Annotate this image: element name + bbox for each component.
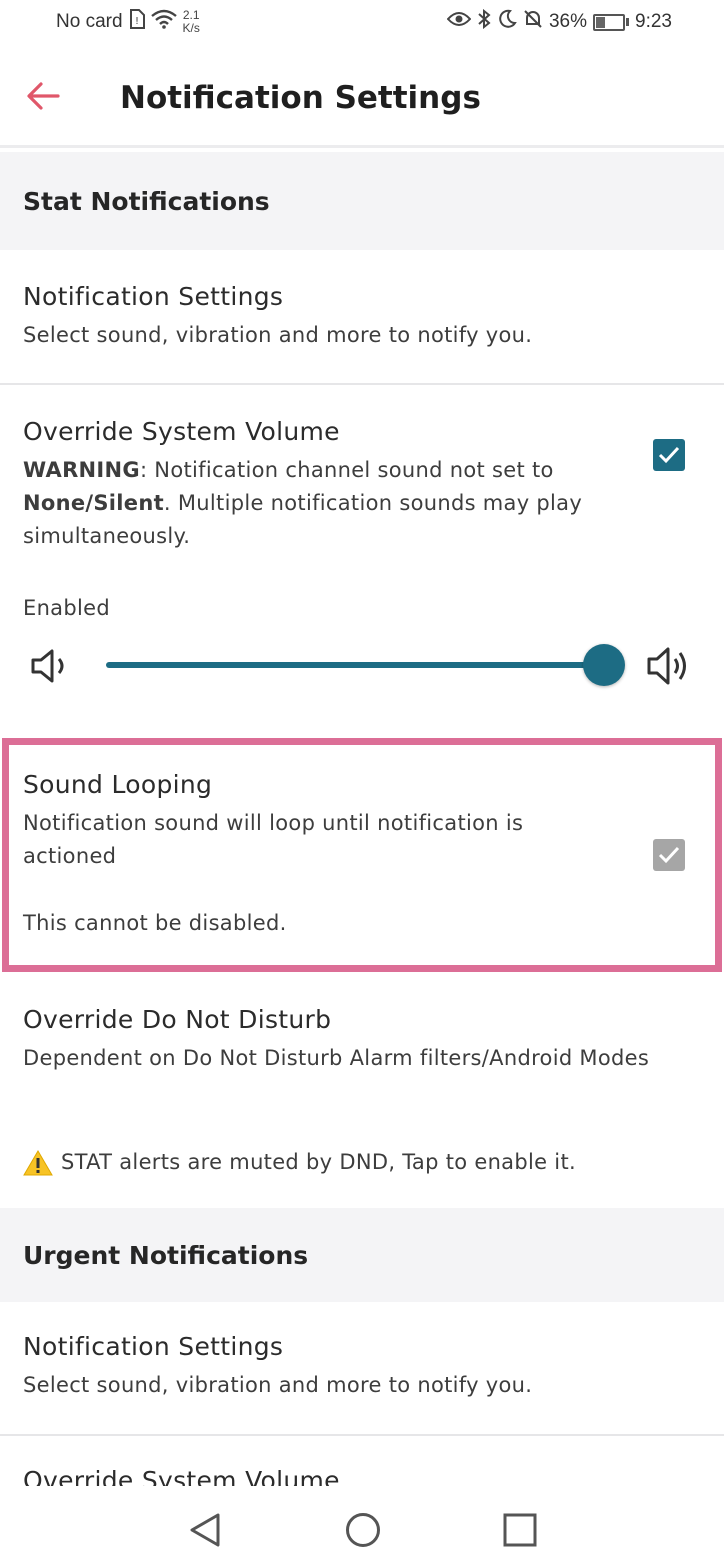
checkmark-icon [658, 446, 680, 464]
urgent-notification-settings-item[interactable]: Notification Settings Select sound, vibr… [0, 1332, 724, 1402]
moon-icon [497, 9, 517, 35]
status-bar: No card ! 2.1 K/s 36% 9:23 [0, 0, 724, 44]
battery-icon [593, 13, 630, 31]
dnd-alert-row[interactable]: STAT alerts are muted by DND, Tap to ena… [0, 1146, 724, 1179]
item-title: Notification Settings [23, 1332, 284, 1361]
nav-recents-icon[interactable] [503, 1513, 537, 1547]
network-speed: 2.1 K/s [183, 9, 200, 35]
volume-high-icon [647, 647, 686, 685]
wifi-icon [150, 9, 177, 35]
item-title: Sound Looping [23, 770, 213, 799]
checkmark-icon [658, 846, 680, 864]
sound-looping-checkbox [653, 839, 685, 871]
nav-home-icon[interactable] [345, 1512, 381, 1548]
warning-text-1: : Notification channel sound not set to [139, 458, 554, 482]
svg-text:!: ! [135, 16, 139, 27]
looping-note: This cannot be disabled. [23, 911, 287, 935]
battery-body [593, 13, 626, 31]
override-dnd-item[interactable]: Override Do Not Disturb Dependent on Do … [0, 1005, 724, 1075]
page-title: Notification Settings [120, 80, 481, 116]
sim-icon: ! [129, 9, 145, 35]
back-arrow-icon[interactable] [26, 82, 60, 110]
divider [0, 383, 724, 385]
sound-looping-item: Sound Looping Notification sound will lo… [0, 770, 640, 940]
volume-low-icon [31, 649, 64, 683]
carrier-text: No card [56, 11, 123, 32]
item-description: Notification sound will loop until notif… [23, 811, 524, 868]
item-title: Override Do Not Disturb [23, 1005, 332, 1034]
clock: 9:23 [635, 11, 672, 32]
volume-slider-track[interactable] [106, 662, 604, 668]
battery-tip [626, 18, 630, 26]
battery-fill [596, 16, 606, 28]
system-nav-bar [0, 1486, 724, 1566]
volume-slider-thumb[interactable] [583, 644, 625, 686]
item-description: Select sound, vibration and more to noti… [23, 1373, 533, 1397]
section-header-stat: Stat Notifications [0, 152, 724, 250]
stat-notification-settings-item[interactable]: Notification Settings Select sound, vibr… [0, 282, 724, 352]
speed-value: 2.1 [182, 8, 200, 22]
divider [0, 1434, 724, 1436]
item-description: Select sound, vibration and more to noti… [23, 323, 533, 347]
stat-override-volume-item[interactable]: Override System Volume WARNING: Notifica… [0, 417, 640, 553]
nav-back-icon[interactable] [188, 1512, 222, 1548]
eye-icon [446, 10, 472, 34]
bell-off-icon [523, 9, 543, 35]
dnd-alert-text: STAT alerts are muted by DND, Tap to ena… [61, 1150, 576, 1174]
item-title: Notification Settings [23, 282, 284, 311]
speed-unit: K/s [182, 21, 200, 35]
battery-percent: 36% [548, 11, 588, 32]
status-right: 36% 9:23 [446, 8, 672, 35]
section-header-urgent: Urgent Notifications [0, 1208, 724, 1302]
volume-warning: WARNING: Notification channel sound not … [23, 454, 643, 553]
warning-label: WARNING [23, 458, 140, 482]
bluetooth-icon [477, 8, 491, 35]
volume-status: Enabled [23, 596, 110, 620]
override-volume-checkbox[interactable] [653, 439, 685, 471]
warning-icon [23, 1149, 53, 1175]
item-description: Dependent on Do Not Disturb Alarm filter… [23, 1046, 650, 1070]
item-title: Override System Volume [23, 417, 340, 446]
warning-bold: None/Silent [23, 491, 164, 515]
app-header: Notification Settings [0, 44, 724, 148]
status-left: No card ! 2.1 K/s [56, 9, 200, 35]
